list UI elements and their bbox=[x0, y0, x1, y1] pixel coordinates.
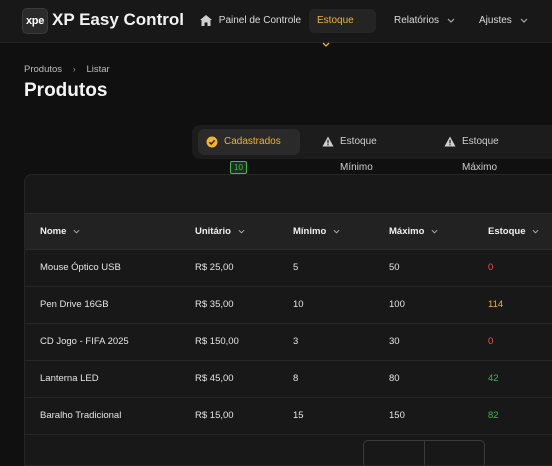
cell-minimo: 5 bbox=[293, 262, 299, 273]
table-row[interactable]: CD Jogo - FIFA 2025 R$ 150,00 3 30 0 bbox=[25, 323, 552, 361]
table-row[interactable]: Pen Drive 16GB R$ 35,00 10 100 114 bbox=[25, 286, 552, 324]
tab-cadastrados[interactable]: Cadastrados 10 bbox=[198, 129, 300, 174]
product-filter-tabs: Cadastrados 10 Estoque Mínimo 6 Estoque … bbox=[192, 125, 552, 200]
breadcrumb-separator: › bbox=[72, 64, 76, 75]
app-logo[interactable]: xpe bbox=[22, 8, 48, 34]
column-label: Nome bbox=[40, 226, 67, 237]
table-header: Nome Unitário Mínimo Máximo Estoque bbox=[25, 213, 552, 250]
cell-minimo: 10 bbox=[293, 299, 304, 310]
cell-unitario: R$ 35,00 bbox=[195, 299, 234, 310]
pagination-divider bbox=[424, 441, 425, 465]
home-icon bbox=[200, 14, 212, 26]
column-header-minimo[interactable]: Mínimo bbox=[293, 226, 340, 237]
cell-nome: CD Jogo - FIFA 2025 bbox=[40, 336, 129, 347]
chevron-down-icon bbox=[322, 42, 330, 47]
nav-estoque[interactable]: Estoque bbox=[309, 9, 376, 47]
cell-estoque: 114 bbox=[488, 299, 504, 310]
column-label: Máximo bbox=[389, 226, 425, 237]
cell-maximo: 100 bbox=[389, 299, 405, 310]
cell-nome: Pen Drive 16GB bbox=[40, 299, 109, 310]
chevron-down-icon bbox=[431, 229, 438, 234]
nav-label: Ajustes bbox=[479, 15, 512, 26]
cell-nome: Lanterna LED bbox=[40, 373, 99, 384]
column-label: Mínimo bbox=[293, 226, 327, 237]
tab-label: Estoque Mínimo bbox=[340, 136, 377, 173]
nav-label: Estoque bbox=[317, 15, 354, 26]
cell-estoque: 82 bbox=[488, 410, 499, 421]
table-row[interactable]: Lanterna LED R$ 45,00 8 80 42 bbox=[25, 360, 552, 398]
cell-unitario: R$ 15,00 bbox=[195, 410, 234, 421]
cell-unitario: R$ 45,00 bbox=[195, 373, 234, 384]
cell-minimo: 15 bbox=[293, 410, 304, 421]
chevron-down-icon bbox=[532, 229, 539, 234]
cell-estoque: 0 bbox=[488, 336, 494, 347]
column-label: Unitário bbox=[195, 226, 231, 237]
breadcrumb: Produtos › Listar bbox=[24, 64, 110, 75]
column-label: Estoque bbox=[488, 226, 526, 237]
cell-nome: Mouse Óptico USB bbox=[40, 262, 121, 273]
column-header-estoque[interactable]: Estoque bbox=[488, 226, 539, 237]
nav-ajustes[interactable]: Ajustes bbox=[471, 9, 536, 33]
nav-label: Painel de Controle bbox=[218, 15, 302, 26]
cell-maximo: 150 bbox=[389, 410, 405, 421]
page-title: Produtos bbox=[24, 80, 108, 101]
chevron-down-icon bbox=[73, 229, 80, 234]
column-header-nome[interactable]: Nome bbox=[40, 226, 80, 237]
table-row[interactable]: Baralho Tradicional R$ 15,00 15 150 82 bbox=[25, 397, 552, 435]
pagination-control[interactable] bbox=[363, 440, 485, 465]
cell-maximo: 80 bbox=[389, 373, 400, 384]
chevron-down-icon bbox=[520, 18, 528, 23]
breadcrumb-listar: Listar bbox=[86, 64, 110, 75]
chevron-down-icon bbox=[238, 229, 245, 234]
chevron-down-icon bbox=[447, 18, 455, 23]
breadcrumb-produtos[interactable]: Produtos bbox=[24, 64, 62, 75]
warning-icon bbox=[322, 136, 334, 147]
cell-nome: Baralho Tradicional bbox=[40, 410, 122, 421]
nav-label: Relatórios bbox=[394, 15, 440, 26]
cell-minimo: 8 bbox=[293, 373, 299, 384]
tab-label: Cadastrados bbox=[224, 136, 281, 147]
cell-maximo: 30 bbox=[389, 336, 400, 347]
column-header-maximo[interactable]: Máximo bbox=[389, 226, 438, 237]
chevron-down-icon bbox=[333, 229, 340, 234]
cell-unitario: R$ 150,00 bbox=[195, 336, 239, 347]
nav-painel-de-controle[interactable]: Painel de Controle bbox=[192, 9, 309, 33]
warning-icon bbox=[444, 136, 456, 147]
check-circle-icon bbox=[206, 136, 218, 148]
products-table-card: Nome Unitário Mínimo Máximo Estoque Mous… bbox=[24, 174, 552, 466]
table-row[interactable]: Mouse Óptico USB R$ 25,00 5 50 0 bbox=[25, 249, 552, 287]
count-badge: 10 bbox=[230, 160, 247, 174]
cell-maximo: 50 bbox=[389, 262, 400, 273]
cell-estoque: 42 bbox=[488, 373, 499, 384]
cell-estoque: 0 bbox=[488, 262, 494, 273]
column-header-unitario[interactable]: Unitário bbox=[195, 226, 245, 237]
tab-label: Estoque Máximo bbox=[462, 136, 499, 173]
top-navbar: xpe XP Easy Control Painel de Controle E… bbox=[0, 0, 552, 47]
cell-minimo: 3 bbox=[293, 336, 299, 347]
nav-relatorios[interactable]: Relatórios bbox=[386, 9, 463, 33]
cell-unitario: R$ 25,00 bbox=[195, 262, 234, 273]
app-title[interactable]: XP Easy Control bbox=[52, 10, 184, 30]
